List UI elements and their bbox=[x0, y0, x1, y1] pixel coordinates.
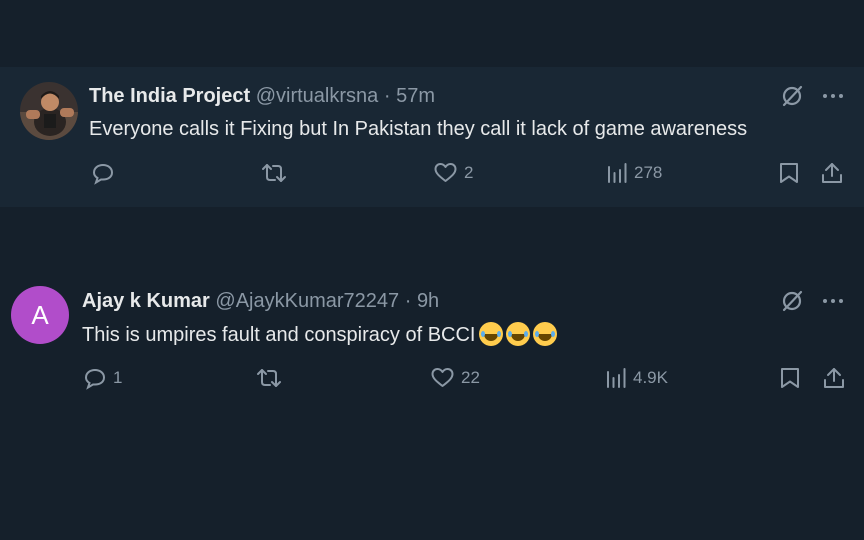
tweet-text-content: This is umpires fault and conspiracy of … bbox=[82, 324, 476, 346]
profile-photo-icon bbox=[20, 82, 78, 140]
tweet-header: Ajay k Kumar @AjaykKumar72247 · 9h bbox=[82, 289, 439, 313]
display-name[interactable]: The India Project bbox=[89, 85, 250, 107]
tweet-text: This is umpires fault and conspiracy of … bbox=[82, 322, 557, 347]
share-button[interactable] bbox=[820, 161, 844, 185]
separator-dot: · bbox=[383, 85, 391, 107]
bookmark-button[interactable] bbox=[779, 366, 801, 390]
avatar-letter: A bbox=[31, 299, 49, 330]
user-handle[interactable]: @virtualkrsna bbox=[256, 85, 379, 107]
like-icon bbox=[434, 163, 457, 182]
retweet-icon bbox=[262, 164, 286, 182]
like-button[interactable]: 22 bbox=[430, 366, 480, 390]
like-button[interactable]: 2 bbox=[433, 161, 473, 185]
views-button[interactable]: 278 bbox=[606, 161, 662, 185]
like-icon bbox=[431, 368, 454, 387]
tweet-header: The India Project @virtualkrsna · 57m bbox=[89, 84, 435, 108]
views-count: 278 bbox=[634, 163, 663, 182]
separator-dot: · bbox=[404, 290, 412, 312]
bookmark-icon bbox=[781, 368, 799, 388]
tweet-text-content: Everyone calls it Fixing but In Pakistan… bbox=[89, 118, 748, 140]
share-icon bbox=[824, 368, 844, 388]
timestamp[interactable]: 57m bbox=[396, 85, 435, 107]
action-bar: 1 22 4.9K bbox=[0, 366, 864, 396]
tweet-top-actions bbox=[780, 289, 844, 313]
bookmark-button[interactable] bbox=[778, 161, 800, 185]
reply-icon bbox=[84, 368, 106, 390]
tears-of-joy-emoji-icon bbox=[505, 322, 530, 346]
grok-icon[interactable] bbox=[780, 84, 804, 108]
tears-of-joy-emoji-icon bbox=[478, 322, 503, 346]
views-count: 4.9K bbox=[633, 368, 668, 387]
reply-icon bbox=[92, 163, 114, 185]
retweet-button[interactable] bbox=[260, 161, 294, 185]
share-icon bbox=[822, 163, 842, 183]
tweet-top-actions bbox=[780, 84, 844, 108]
avatar[interactable]: A bbox=[11, 286, 69, 344]
like-count: 2 bbox=[464, 163, 474, 182]
bookmark-icon bbox=[780, 163, 798, 183]
tweet[interactable]: The India Project @virtualkrsna · 57m Ev… bbox=[0, 67, 864, 207]
views-icon bbox=[608, 163, 627, 183]
action-bar: 2 278 bbox=[0, 161, 864, 191]
retweet-icon bbox=[257, 369, 281, 387]
retweet-button[interactable] bbox=[255, 366, 289, 390]
views-button[interactable]: 4.9K bbox=[605, 366, 668, 390]
tweet[interactable]: A Ajay k Kumar @AjaykKumar72247 · 9h Thi… bbox=[0, 272, 864, 412]
avatar[interactable] bbox=[20, 82, 78, 140]
more-icon[interactable] bbox=[822, 298, 844, 304]
reply-count: 1 bbox=[113, 368, 123, 387]
share-button[interactable] bbox=[822, 366, 846, 390]
more-icon[interactable] bbox=[822, 93, 844, 99]
display-name[interactable]: Ajay k Kumar bbox=[82, 290, 210, 312]
views-icon bbox=[607, 368, 626, 388]
timestamp[interactable]: 9h bbox=[417, 290, 439, 312]
reply-button[interactable]: 1 bbox=[83, 366, 122, 390]
user-handle[interactable]: @AjaykKumar72247 bbox=[215, 290, 399, 312]
grok-icon[interactable] bbox=[780, 289, 804, 313]
tears-of-joy-emoji-icon bbox=[532, 322, 557, 346]
tweet-text: Everyone calls it Fixing but In Pakistan… bbox=[89, 117, 747, 141]
like-count: 22 bbox=[461, 368, 480, 387]
reply-button[interactable] bbox=[91, 161, 121, 185]
